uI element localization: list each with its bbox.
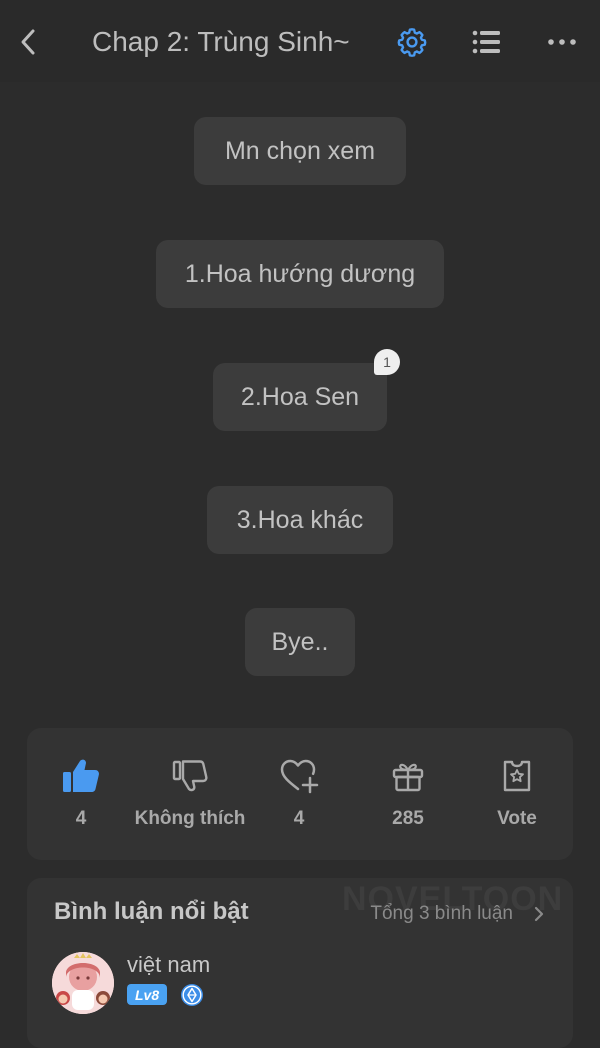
chapter-list-button[interactable] — [467, 22, 507, 62]
vote-label: Vote — [497, 808, 537, 829]
message-bubble: Bye.. — [245, 608, 355, 676]
message-text: 1.Hoa hướng dương — [184, 259, 416, 288]
dislike-button[interactable]: Không thích — [130, 728, 250, 860]
avatar-image — [52, 952, 114, 1014]
more-icon — [548, 39, 576, 45]
message-bubble: Mn chọn xem — [194, 117, 406, 185]
level-badge: Lv8 — [127, 984, 168, 1005]
thumbs-up-icon — [63, 759, 99, 792]
gift-button[interactable]: 285 — [348, 728, 468, 860]
message-bubble: 3.Hoa khác — [207, 486, 393, 554]
favorite-icon-wrap — [279, 756, 319, 796]
heart-plus-icon — [280, 759, 319, 794]
dislike-label: Không thích — [134, 808, 246, 829]
chapter-title: Chap 2: Trùng Sinh~ — [92, 26, 350, 57]
message-bubble: 1.Hoa hướng dương — [156, 240, 444, 308]
like-button[interactable]: 4 — [21, 728, 141, 860]
paragraph-comment-badge[interactable]: 1 — [374, 349, 400, 375]
comments-title: Bình luận nổi bật — [54, 898, 249, 925]
like-count: 4 — [75, 808, 87, 829]
favorite-button[interactable]: 4 — [239, 728, 359, 860]
paragraph-comment-count: 1 — [383, 354, 391, 370]
gift-count: 285 — [392, 808, 424, 829]
chapter-actions-panel: 4 Không thích 4 285 Vote — [27, 728, 573, 860]
gift-icon — [392, 763, 424, 792]
diamond-badge-icon — [181, 984, 203, 1006]
top-bar: Chap 2: Trùng Sinh~ — [0, 0, 600, 82]
thumbs-down-icon — [172, 760, 208, 792]
comments-total-link[interactable]: Tổng 3 bình luận — [370, 903, 513, 925]
settings-button[interactable] — [392, 22, 432, 62]
message-text: 3.Hoa khác — [236, 505, 364, 534]
back-icon — [21, 29, 35, 55]
more-button[interactable] — [542, 22, 582, 62]
chevron-right-icon[interactable] — [531, 904, 547, 924]
favorite-count: 4 — [293, 808, 305, 829]
message-bubble: 2.Hoa Sen — [213, 363, 387, 431]
vote-ticket-icon — [503, 760, 531, 792]
level-text: Lv8 — [135, 986, 160, 1003]
vote-button[interactable]: Vote — [457, 728, 577, 860]
back-button[interactable] — [10, 22, 46, 62]
avatar[interactable] — [52, 952, 114, 1014]
dislike-icon-wrap — [170, 756, 210, 796]
message-text: Bye.. — [271, 627, 329, 656]
like-icon-wrap — [61, 756, 101, 796]
vote-icon-wrap — [497, 756, 537, 796]
comment-username[interactable]: việt nam — [127, 952, 210, 978]
gift-icon-wrap — [388, 756, 428, 796]
message-text: 2.Hoa Sen — [240, 382, 360, 411]
gear-icon — [397, 28, 427, 57]
list-icon — [472, 30, 500, 54]
featured-comments-panel: NOVELTOON Bình luận nổi bật Tổng 3 bình … — [27, 878, 573, 1048]
message-text: Mn chọn xem — [224, 136, 376, 165]
